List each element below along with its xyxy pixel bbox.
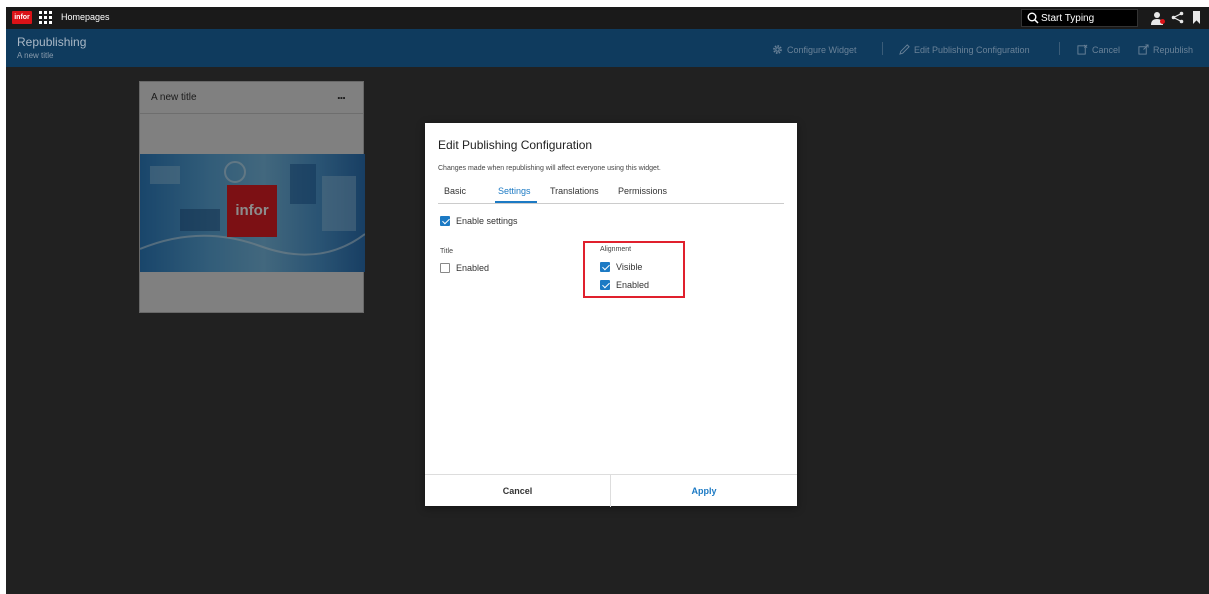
republish-button[interactable]: Republish — [1138, 44, 1193, 55]
title-enabled-label: Enabled — [456, 263, 490, 273]
republish-label: Republish — [1153, 44, 1194, 55]
search-box[interactable] — [1021, 9, 1138, 27]
app-grid-icon[interactable] — [39, 11, 53, 25]
cancel-header-button[interactable]: Cancel — [1077, 44, 1120, 55]
configure-widget-button[interactable]: Configure Widget — [772, 44, 857, 55]
page-header: Republishing A new title Configure Widge… — [6, 29, 1209, 67]
edit-publishing-config-button[interactable]: Edit Publishing Configuration — [899, 44, 1030, 55]
tab-basic[interactable]: Basic — [444, 186, 466, 196]
search-icon — [1027, 12, 1039, 24]
republish-icon — [1138, 44, 1149, 55]
share-icon[interactable] — [1171, 11, 1184, 24]
dialog-tabs: Basic Settings Translations Permissions — [438, 179, 784, 204]
app-menu-label[interactable]: Homepages — [61, 12, 110, 22]
edit-publishing-config-label: Edit Publishing Configuration — [914, 44, 1030, 55]
top-bar: infor Homepages — [6, 7, 1209, 29]
infor-logo[interactable]: infor — [12, 11, 32, 24]
active-tab-indicator — [495, 201, 537, 203]
search-input[interactable] — [1041, 12, 1135, 25]
dialog-title: Edit Publishing Configuration — [438, 138, 593, 152]
gear-icon — [773, 45, 782, 54]
dialog-note: Changes made when republishing will affe… — [438, 165, 661, 172]
title-section-label: Title — [440, 248, 453, 255]
cancel-icon — [1077, 44, 1088, 55]
page-title: Republishing — [17, 35, 87, 49]
configure-widget-label: Configure Widget — [787, 44, 857, 55]
pencil-icon — [899, 44, 910, 55]
header-divider — [1059, 42, 1060, 55]
tab-translations[interactable]: Translations — [550, 186, 599, 196]
dialog-footer: Cancel Apply — [425, 474, 797, 507]
user-icon[interactable] — [1151, 11, 1165, 25]
apply-button[interactable]: Apply — [611, 475, 797, 507]
cancel-button[interactable]: Cancel — [425, 475, 611, 507]
tab-permissions[interactable]: Permissions — [618, 186, 667, 196]
bookmark-icon[interactable] — [1193, 11, 1200, 24]
highlight-box — [583, 241, 685, 298]
enable-settings-checkbox[interactable] — [440, 216, 450, 226]
header-divider — [882, 42, 883, 55]
tab-settings[interactable]: Settings — [498, 186, 531, 196]
edit-publishing-dialog: Edit Publishing Configuration Changes ma… — [425, 123, 797, 507]
cancel-header-label: Cancel — [1092, 44, 1121, 55]
page-subtitle: A new title — [17, 51, 54, 60]
title-enabled-checkbox[interactable] — [440, 263, 450, 273]
app-window: infor Homepages Rep — [6, 7, 1209, 594]
enable-settings-label: Enable settings — [456, 216, 518, 226]
